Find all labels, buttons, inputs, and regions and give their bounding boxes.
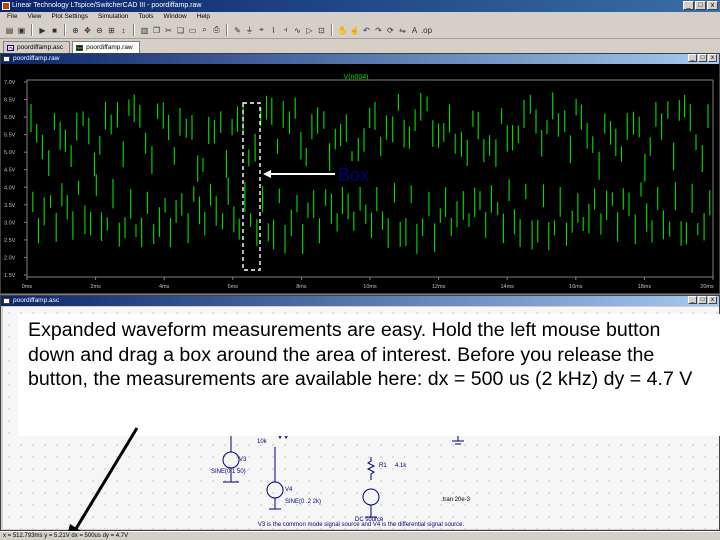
status-text: x = 512.793ms y = 5.21V dx = 500us dy = … [3,533,129,539]
callout-arrow-layer [66,427,139,540]
app-window: Linear Technology LTspice/SwitcherCAD II… [0,0,720,540]
status-bar: x = 512.793ms y = 5.21V dx = 500us dy = … [0,531,720,540]
callout-arrow [72,427,139,533]
